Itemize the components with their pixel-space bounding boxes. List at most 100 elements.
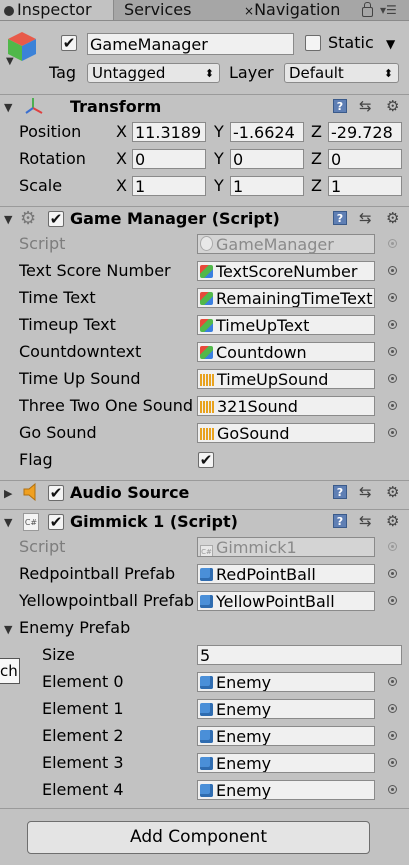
rotation-x-label: X (116, 149, 127, 168)
yellowpointball-prefab-field[interactable]: YellowPointBall (197, 591, 375, 611)
foldout-icon[interactable]: ▼ (4, 213, 12, 226)
preset-icon[interactable]: ⇆ (359, 512, 372, 530)
object-picker-icon[interactable] (388, 320, 397, 329)
tab-inspector[interactable]: Inspector (0, 0, 114, 20)
element-label: Element 3 (42, 753, 124, 772)
element-label: Element 0 (42, 672, 124, 691)
active-checkbox[interactable]: ✔ (61, 35, 77, 51)
foldout-icon[interactable]: ▶ (4, 487, 12, 500)
scale-y-input[interactable]: 1 (230, 176, 304, 196)
script-gear-icon: ⚙ (20, 208, 37, 229)
close-icon[interactable]: × (244, 4, 254, 18)
gear-icon[interactable]: ⚙ (386, 209, 399, 227)
audio-source-title: Audio Source (70, 483, 190, 502)
transform-header[interactable] (0, 94, 409, 119)
foldout-icon[interactable]: ▼ (4, 623, 12, 636)
flag-checkbox[interactable]: ✔ (198, 452, 214, 468)
divider (0, 808, 409, 809)
rotation-x-input[interactable]: 0 (132, 149, 206, 169)
position-label: Position (19, 122, 82, 141)
component-enabled-checkbox[interactable]: ✔ (48, 485, 64, 501)
position-y-label: Y (214, 122, 224, 141)
scale-z-label: Z (311, 176, 322, 195)
help-icon[interactable]: ? (333, 211, 347, 225)
static-checkbox[interactable] (305, 35, 321, 51)
timeup-text-field[interactable]: TimeUpText (197, 315, 375, 335)
countdowntext-field[interactable]: Countdown (197, 342, 375, 362)
gear-icon[interactable]: ⚙ (386, 97, 399, 115)
foldout-icon[interactable]: ▼ (4, 101, 12, 114)
element-field[interactable]: Enemy (197, 780, 375, 800)
field-label: Countdowntext (19, 342, 142, 361)
element-field[interactable]: Enemy (197, 753, 375, 773)
menu-icon[interactable]: ▾☰ (380, 3, 397, 17)
gear-icon[interactable]: ⚙ (386, 512, 399, 530)
object-picker-icon[interactable] (388, 596, 397, 605)
go-sound-field[interactable]: GoSound (197, 423, 375, 443)
tab-services[interactable]: Services (124, 0, 191, 20)
element-field[interactable]: Enemy (197, 726, 375, 746)
object-picker-icon[interactable] (388, 569, 397, 578)
script-label: Script (19, 234, 66, 253)
gear-icon[interactable]: ⚙ (386, 483, 399, 501)
element-label: Element 1 (42, 699, 124, 718)
object-picker-icon[interactable] (388, 266, 397, 275)
time-text-field[interactable]: RemainingTimeText (197, 288, 375, 308)
size-input[interactable]: 5 (197, 645, 402, 665)
field-label: Redpointball Prefab (19, 564, 176, 583)
object-picker-icon[interactable] (388, 374, 397, 383)
object-picker-icon[interactable] (388, 293, 397, 302)
chevron-down-icon[interactable]: ▼ (6, 56, 14, 67)
object-picker-icon[interactable] (388, 758, 397, 767)
component-enabled-checkbox[interactable]: ✔ (48, 211, 64, 227)
help-icon[interactable]: ? (333, 99, 347, 113)
object-picker-icon[interactable] (388, 347, 397, 356)
help-icon[interactable]: ? (333, 485, 347, 499)
tag-label: Tag (49, 63, 77, 82)
object-picker-icon[interactable] (388, 731, 397, 740)
element-field[interactable]: Enemy (197, 699, 375, 719)
field-label: Go Sound (19, 423, 97, 442)
preset-icon[interactable]: ⇆ (359, 97, 372, 115)
element-field[interactable]: Enemy (197, 672, 375, 692)
scale-y-label: Y (214, 176, 224, 195)
script-icon (200, 236, 213, 251)
object-picker-icon[interactable] (388, 704, 397, 713)
object-picker-icon[interactable] (388, 401, 397, 410)
layer-dropdown[interactable]: Default ⬍ (284, 63, 399, 83)
three-two-one-sound-field[interactable]: 321Sound (197, 396, 375, 416)
position-y-input[interactable]: -1.6624 (230, 122, 304, 142)
preset-icon[interactable]: ⇆ (359, 483, 372, 501)
time-up-sound-field[interactable]: TimeUpSound (197, 369, 375, 389)
add-component-button[interactable]: Add Component (27, 821, 370, 854)
position-x-input[interactable]: 11.3189 (132, 122, 206, 142)
object-picker-icon[interactable] (388, 785, 397, 794)
tag-dropdown[interactable]: Untagged ⬍ (87, 63, 220, 83)
static-dropdown-icon[interactable]: ▼ (386, 37, 395, 51)
gameobject-name-input[interactable]: GameManager (87, 33, 294, 55)
field-label: Text Score Number (19, 261, 171, 280)
scale-label: Scale (19, 176, 63, 195)
field-label: Yellowpointball Prefab (19, 591, 195, 610)
object-picker-icon (388, 542, 397, 551)
help-icon[interactable]: ? (333, 514, 347, 528)
lock-icon[interactable] (362, 2, 373, 17)
element-label: Element 4 (42, 780, 124, 799)
rotation-z-input[interactable]: 0 (328, 149, 402, 169)
component-enabled-checkbox[interactable]: ✔ (48, 514, 64, 530)
tab-navigation[interactable]: ×Navigation (244, 0, 340, 20)
prefab-icon (200, 784, 213, 797)
rotation-y-input[interactable]: 0 (230, 149, 304, 169)
scale-z-input[interactable]: 1 (328, 176, 402, 196)
position-z-input[interactable]: -29.728 (328, 122, 402, 142)
info-icon (4, 5, 14, 16)
object-picker-icon[interactable] (388, 677, 397, 686)
foldout-icon[interactable]: ▼ (4, 516, 12, 529)
redpointball-prefab-field[interactable]: RedPointBall (197, 564, 375, 584)
preset-icon[interactable]: ⇆ (359, 209, 372, 227)
object-picker-icon[interactable] (388, 428, 397, 437)
text-score-number-field[interactable]: TextScoreNumber (197, 261, 375, 281)
rotation-z-label: Z (311, 149, 322, 168)
scale-x-input[interactable]: 1 (132, 176, 206, 196)
prefab-icon (200, 676, 213, 689)
